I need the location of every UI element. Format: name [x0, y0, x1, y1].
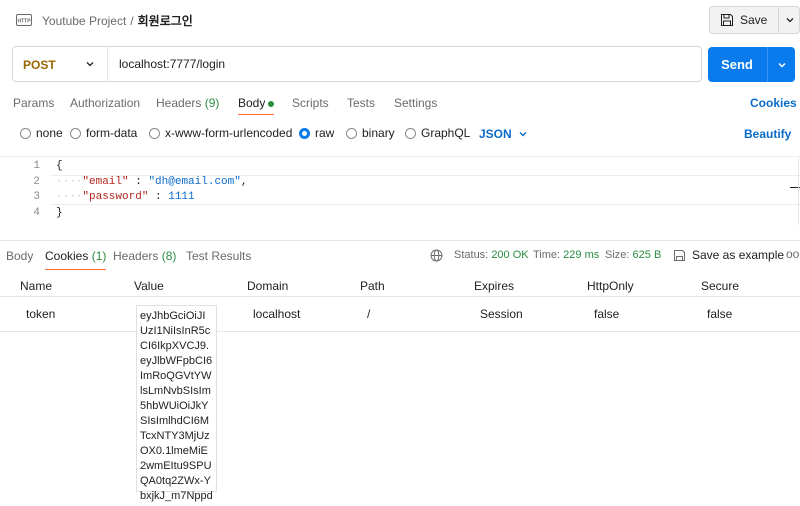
- body-language-select[interactable]: JSON: [479, 127, 512, 141]
- send-button[interactable]: Send: [708, 57, 766, 72]
- code-line-1: {: [56, 160, 63, 172]
- column-header: Name: [20, 279, 53, 293]
- table-row: token localhost / Session false false: [0, 298, 800, 332]
- code-line-3: ····"password" : 1111: [56, 191, 195, 203]
- radio-circle: [405, 127, 416, 139]
- beautify-button[interactable]: Beautify: [744, 127, 791, 141]
- tab-tests[interactable]: Tests: [347, 96, 375, 110]
- save-button[interactable]: Save: [710, 7, 777, 33]
- time-value: 229 ms: [563, 249, 600, 261]
- save-button-group: Save: [709, 6, 800, 34]
- json-value: "dh@email.com": [148, 176, 241, 188]
- breadcrumb-separator: /: [130, 14, 134, 28]
- chevron-down-icon: [519, 132, 527, 137]
- json-colon: :: [128, 176, 149, 188]
- status-indicator: Status: 200 OK: [454, 249, 529, 261]
- line-number: 1: [33, 160, 40, 172]
- code-line-4: }: [56, 207, 63, 219]
- radio-circle: [70, 127, 81, 139]
- response-bar: Body Cookies (1) Headers (8) Test Result…: [0, 240, 800, 270]
- cookie-value-cell[interactable]: eyJhbGciOiJIUzI1NiIsInR5cCI6IkpXVCJ9.eyJ…: [136, 305, 217, 506]
- breadcrumb: Youtube Project / 회원로그인: [42, 12, 193, 29]
- tab-params[interactable]: Params: [13, 96, 54, 110]
- http-request-icon: HTTP: [16, 14, 32, 26]
- radio-none[interactable]: none: [20, 126, 63, 140]
- radio-graphql[interactable]: GraphQL: [405, 126, 470, 140]
- top-bar: HTTP Youtube Project / 회원로그인 Save: [0, 0, 800, 40]
- body-type-row: none form-data x-www-form-urlencoded raw…: [0, 124, 800, 142]
- radio-binary[interactable]: binary: [346, 126, 395, 140]
- more-options-icon[interactable]: ooo: [786, 247, 800, 261]
- cookie-path: /: [367, 307, 371, 321]
- chevron-down-icon: [778, 63, 786, 68]
- cookie-domain: localhost: [253, 307, 301, 321]
- tab-response-body[interactable]: Body: [6, 249, 33, 263]
- send-button-group: Send: [708, 47, 795, 82]
- json-key: "password": [82, 191, 149, 203]
- column-header: Value: [134, 279, 164, 293]
- json-value: 1111: [168, 191, 195, 203]
- request-title[interactable]: 회원로그인: [138, 14, 193, 28]
- request-tabs: Params Authorization Headers (9) Body Sc…: [0, 92, 800, 116]
- column-header: Expires: [474, 279, 515, 293]
- globe-icon[interactable]: [430, 249, 443, 262]
- chevron-down-icon: [786, 18, 794, 23]
- code-line-2: ····"email" : "dh@email.com",: [56, 176, 248, 188]
- line-number: 3: [33, 191, 40, 203]
- radio-circle: [346, 127, 357, 139]
- cookie-secure: false: [707, 307, 733, 321]
- column-header: Secure: [701, 279, 740, 293]
- size-value: 625 B: [632, 249, 662, 261]
- tab-scripts[interactable]: Scripts: [292, 96, 329, 110]
- body-editor[interactable]: 1 2 3 4 { ····"email" : "dh@email.com", …: [0, 156, 800, 225]
- radio-circle: [20, 127, 31, 139]
- cookie-httponly: false: [594, 307, 620, 321]
- json-key: "email": [82, 176, 129, 188]
- save-icon: [721, 14, 733, 26]
- editor-divider: [798, 157, 799, 225]
- url-bar: POST: [12, 46, 702, 82]
- column-header: HttpOnly: [587, 279, 634, 293]
- save-icon: [674, 250, 685, 261]
- cookie-name: token: [26, 307, 56, 321]
- radio-urlencoded[interactable]: x-www-form-urlencoded: [149, 126, 292, 140]
- cookie-value: eyJhbGciOiJIUzI1NiIsInR5cCI6IkpXVCJ9.eyJ…: [140, 310, 213, 506]
- radio-circle: [299, 127, 310, 139]
- line-number: 2: [33, 176, 40, 188]
- status-value: 200 OK: [491, 249, 529, 261]
- method-label: POST: [23, 58, 56, 72]
- tab-headers[interactable]: Headers (9): [156, 96, 219, 110]
- cookies-table-header: Name Value Domain Path Expires HttpOnly …: [0, 275, 800, 297]
- cookies-link[interactable]: Cookies: [750, 96, 797, 110]
- method-select[interactable]: POST: [13, 47, 108, 81]
- svg-text:HTTP: HTTP: [17, 19, 31, 25]
- send-options-button[interactable]: [768, 47, 795, 82]
- tab-body[interactable]: Body: [238, 96, 275, 115]
- size-indicator: Size: 625 B: [605, 249, 662, 261]
- tab-test-results[interactable]: Test Results: [186, 249, 251, 263]
- save-label: Save: [740, 13, 768, 27]
- json-colon: :: [148, 191, 169, 203]
- chevron-down-icon: [86, 62, 94, 67]
- column-header: Domain: [247, 279, 289, 293]
- tab-response-cookies[interactable]: Cookies (1): [45, 249, 107, 270]
- tab-response-headers[interactable]: Headers (8): [113, 249, 176, 263]
- url-input[interactable]: [119, 56, 679, 72]
- body-modified-dot: [268, 100, 275, 107]
- column-header: Path: [360, 279, 385, 293]
- line-number: 4: [33, 207, 40, 219]
- radio-raw[interactable]: raw: [299, 126, 334, 140]
- cookie-expires: Session: [480, 307, 523, 321]
- tab-authorization[interactable]: Authorization: [70, 96, 140, 110]
- time-indicator: Time: 229 ms: [533, 249, 600, 261]
- radio-circle: [149, 127, 160, 139]
- tab-settings[interactable]: Settings: [394, 96, 437, 110]
- radio-form-data[interactable]: form-data: [70, 126, 137, 140]
- breadcrumb-project[interactable]: Youtube Project: [42, 14, 126, 28]
- save-options-button[interactable]: [778, 7, 800, 33]
- save-as-example-button[interactable]: Save as example: [692, 248, 784, 262]
- json-comma: ,: [240, 176, 248, 188]
